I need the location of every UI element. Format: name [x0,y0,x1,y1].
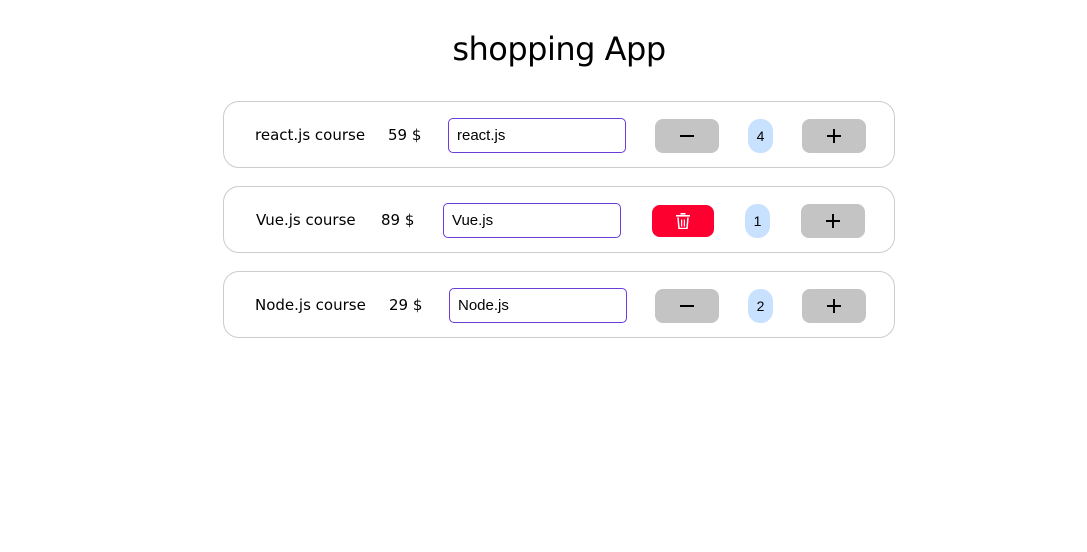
plus-icon [827,299,841,313]
product-price: 89 $ [381,211,415,229]
minus-icon [680,299,694,313]
increment-button[interactable] [802,289,866,323]
product-price: 29 $ [389,296,423,314]
increment-button[interactable] [801,204,865,238]
product-title-input[interactable] [443,203,621,238]
quantity-badge: 4 [748,119,773,153]
product-card-react: react.js course 59 $ 4 [223,101,895,168]
delete-button[interactable] [652,205,714,237]
product-card-vue: Vue.js course 89 $ 1 [223,186,895,253]
quantity-badge: 1 [745,204,770,238]
product-name: Node.js course [255,296,366,314]
page-title: shopping App [452,30,666,68]
product-name: Vue.js course [256,211,356,229]
trash-icon [676,213,690,229]
product-title-input[interactable] [449,288,627,323]
increment-button[interactable] [802,119,866,153]
decrement-button[interactable] [655,119,719,153]
product-price: 59 $ [388,126,422,144]
plus-icon [826,214,840,228]
plus-icon [827,129,841,143]
product-title-input[interactable] [448,118,626,153]
decrement-button[interactable] [655,289,719,323]
quantity-badge: 2 [748,289,773,323]
product-name: react.js course [255,126,366,144]
minus-icon [680,129,694,143]
product-card-node: Node.js course 29 $ 2 [223,271,895,338]
